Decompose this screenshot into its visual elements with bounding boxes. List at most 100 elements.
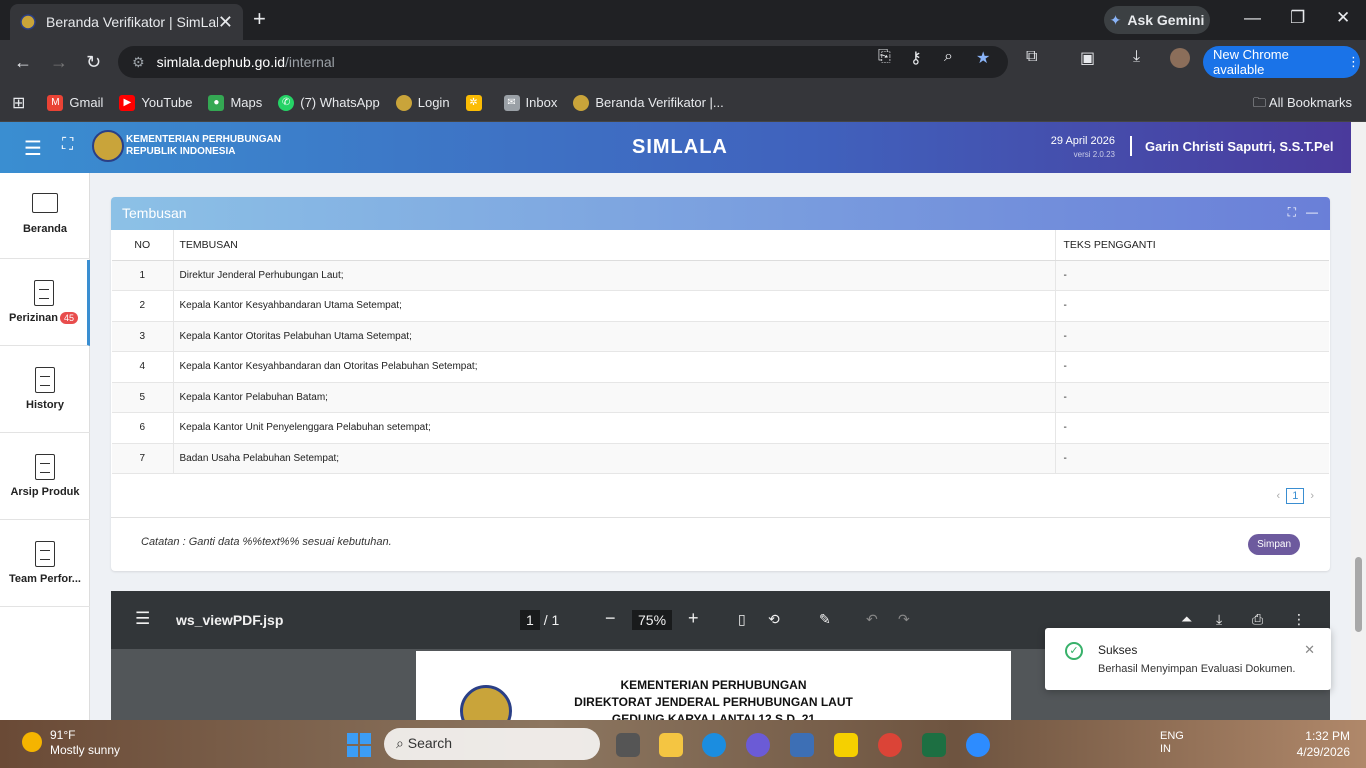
ask-gemini-button[interactable]: ✦ Ask Gemini (1104, 6, 1210, 34)
task-view-icon[interactable] (616, 733, 640, 757)
all-bookmarks-button[interactable]: 🗀 All Bookmarks (1253, 94, 1352, 116)
fullscreen-icon[interactable]: ⛶ (62, 136, 73, 154)
input-language-2: IN (1160, 743, 1171, 755)
chrome-icon[interactable] (878, 733, 902, 757)
close-window-icon[interactable]: ✕ (1336, 8, 1350, 28)
minimize-window-icon[interactable]: — (1244, 8, 1261, 28)
taskbar-search[interactable]: ⌕ Search (384, 728, 600, 760)
user-name[interactable]: Garin Christi Saputri, S.S.T.Pel (1145, 139, 1334, 154)
drive-save-icon[interactable]: ⏶ (1181, 611, 1192, 628)
table-row[interactable]: 3 Kepala Kantor Otoritas Pelabuhan Utama … (112, 321, 1329, 352)
teks-pengganti-cell[interactable]: - (1055, 412, 1329, 444)
card-header: Tembusan ⛶ — (111, 197, 1330, 230)
zoom-icon[interactable]: ⌕ (944, 48, 953, 66)
profile-avatar[interactable] (1170, 48, 1190, 68)
bookmark-photos[interactable]: ✲ (465, 94, 488, 111)
annotate-icon[interactable]: ✎ (819, 611, 831, 628)
page-total: / 1 (543, 612, 560, 628)
zoom-out-icon[interactable]: − (605, 608, 616, 629)
teks-pengganti-cell[interactable]: - (1055, 351, 1329, 383)
new-chrome-available-button[interactable]: New Chrome available ⋮ (1203, 46, 1360, 78)
zoom-in-icon[interactable]: + (688, 608, 699, 629)
hamburger-menu-icon[interactable]: ☰ (24, 136, 42, 161)
next-page-icon[interactable]: › (1310, 490, 1314, 502)
site-info-icon[interactable]: ⚙ (132, 54, 145, 71)
table-header-row: NO TEMBUSAN TEKS PENGGANTI (112, 230, 1329, 261)
sticky-notes-icon[interactable] (834, 733, 858, 757)
prev-page-icon[interactable]: ‹ (1277, 490, 1281, 502)
rotate-icon[interactable]: ⟲ (768, 611, 780, 628)
tembusan-cell: Badan Usaha Pelabuhan Setempat; (173, 443, 1056, 474)
forward-arrow-icon[interactable]: → (50, 52, 68, 73)
table-row[interactable]: 6 Kepala Kantor Unit Penyelenggara Pelabu… (112, 412, 1329, 444)
sidebar-item-perizinan[interactable]: Perizinan 45 (0, 260, 90, 346)
extensions-icon[interactable]: ⧉ (1026, 48, 1037, 66)
windows-start-icon[interactable] (347, 733, 371, 757)
excel-icon[interactable] (922, 733, 946, 757)
reload-icon[interactable]: ↻ (86, 52, 101, 73)
pdf-download-icon[interactable]: ⤓ (1216, 611, 1222, 628)
page-scrollbar[interactable] (1351, 122, 1366, 720)
system-tray[interactable]: ENG IN (1160, 730, 1184, 756)
teks-pengganti-cell[interactable]: - (1055, 260, 1329, 291)
table-row[interactable]: 7 Badan Usaha Pelabuhan Setempat; - (112, 443, 1329, 474)
sidebar-item-arsip-produk[interactable]: Arsip Produk (0, 434, 90, 520)
save-button[interactable]: Simpan (1248, 534, 1300, 555)
reading-mode-icon[interactable]: ▣ (1080, 48, 1095, 68)
page-number-input[interactable]: 1 (520, 610, 540, 630)
scrollbar-thumb[interactable] (1355, 557, 1362, 632)
password-key-icon[interactable]: ⚷ (910, 48, 922, 68)
maximize-window-icon[interactable]: ❐ (1290, 8, 1305, 28)
column-header: TEMBUSAN (173, 230, 1056, 261)
close-toast-icon[interactable]: ✕ (1304, 642, 1315, 658)
system-clock[interactable]: 1:32 PM 4/29/2026 (1297, 728, 1350, 760)
install-app-icon[interactable]: ⎘ (878, 48, 891, 66)
zoom-level[interactable]: 75% (632, 610, 673, 630)
redo-icon[interactable]: ↷ (898, 611, 910, 628)
downloads-icon[interactable]: ⤓ (1133, 48, 1140, 66)
whatsapp-icon: ✆ (278, 94, 295, 111)
sidebar-item-team-performance[interactable]: Team Perfor... (0, 521, 90, 607)
bookmark-login[interactable]: Login (395, 94, 450, 111)
expand-icon[interactable]: ⛶ (1288, 205, 1296, 220)
apps-grid-icon[interactable]: ⊞ (12, 93, 25, 113)
browser-toolbar: ← → ↻ ⚙ simlala.dephub.go.id/internal ⎘ … (0, 40, 1366, 84)
bookmark-gmail[interactable]: M Gmail (47, 94, 103, 111)
teks-pengganti-cell[interactable]: - (1055, 382, 1329, 413)
collapse-icon[interactable]: — (1306, 205, 1318, 219)
teks-pengganti-cell[interactable]: - (1055, 290, 1329, 322)
print-icon[interactable]: ⎙ (1252, 611, 1263, 628)
file-explorer-icon[interactable] (659, 733, 683, 757)
edge-icon[interactable] (702, 733, 726, 757)
bookmark-beranda[interactable]: Beranda Verifikator |... (573, 94, 724, 111)
page-button[interactable]: 1 (1286, 488, 1305, 504)
camera-icon[interactable] (790, 733, 814, 757)
pdf-more-icon[interactable]: ⋮ (1292, 611, 1306, 628)
new-tab-button[interactable]: + (253, 6, 266, 32)
table-row[interactable]: 1 Direktur Jenderal Perhubungan Laut; - (112, 260, 1329, 291)
pdf-menu-icon[interactable]: ☰ (135, 609, 150, 629)
close-tab-icon[interactable]: ✕ (218, 12, 233, 33)
toast-title: Sukses (1098, 643, 1138, 657)
undo-icon[interactable]: ↶ (866, 611, 878, 628)
browser-tab[interactable]: Beranda Verifikator | SimLala ✕ (10, 4, 243, 40)
bookmark-star-icon[interactable]: ★ (976, 48, 990, 68)
weather-widget[interactable]: 91°F Mostly sunny (22, 728, 120, 758)
copilot-icon[interactable] (746, 733, 770, 757)
teks-pengganti-cell[interactable]: - (1055, 443, 1329, 474)
bookmark-whatsapp[interactable]: ✆ (7) WhatsApp (278, 94, 380, 111)
zoom-app-icon[interactable] (966, 733, 990, 757)
perizinan-count-badge: 45 (59, 312, 78, 324)
table-row[interactable]: 4 Kepala Kantor Kesyahbandaran dan Otorit… (112, 351, 1329, 383)
bookmark-maps[interactable]: ● Maps (208, 94, 262, 111)
table-row[interactable]: 5 Kepala Kantor Pelabuhan Batam; - (112, 382, 1329, 413)
sidebar-item-beranda[interactable]: Beranda (0, 173, 90, 259)
bookmark-inbox[interactable]: ✉ Inbox (503, 94, 557, 111)
sidebar-item-history[interactable]: History (0, 347, 90, 433)
fit-page-icon[interactable]: ▯ (738, 611, 746, 628)
back-arrow-icon[interactable]: ← (14, 52, 32, 73)
teks-pengganti-cell[interactable]: - (1055, 321, 1329, 352)
address-bar[interactable]: ⚙ simlala.dephub.go.id/internal (118, 46, 1008, 78)
bookmark-youtube[interactable]: ▶ YouTube (119, 94, 192, 111)
table-row[interactable]: 2 Kepala Kantor Kesyahbandaran Utama Sete… (112, 290, 1329, 322)
